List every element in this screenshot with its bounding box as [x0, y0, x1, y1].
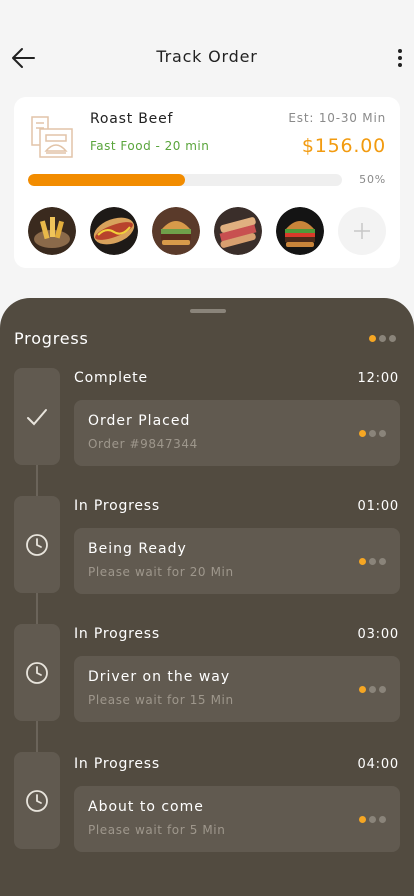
step-dots: [359, 686, 386, 693]
timeline-connector: [36, 593, 38, 624]
step-status: In Progress: [74, 626, 160, 642]
step-indicator: [14, 496, 60, 593]
step-card[interactable]: Driver on the way Please wait for 15 Min: [74, 656, 400, 722]
cheeseburger-photo[interactable]: [276, 207, 324, 255]
timeline-connector: [36, 465, 38, 496]
item-name: Roast Beef: [90, 111, 174, 127]
order-progress-bar: [28, 174, 342, 186]
step-time: 01:00: [357, 499, 399, 514]
progress-title: Progress: [14, 329, 89, 348]
hotdog-photo[interactable]: [90, 207, 138, 255]
clock-icon: [26, 662, 48, 684]
order-price: $156.00: [301, 135, 386, 157]
step-title: Order Placed: [88, 413, 191, 429]
step-time: 12:00: [357, 371, 399, 386]
app-header: Track Order: [0, 0, 414, 100]
step-dots: [359, 816, 386, 823]
clock-icon: [26, 534, 48, 556]
order-summary-card[interactable]: Roast Beef Fast Food - 20 min Est: 10-30…: [14, 97, 400, 268]
timeline-connector: [36, 721, 38, 752]
step-status: Complete: [74, 370, 148, 386]
progress-page-indicator: [369, 335, 396, 342]
item-category: Fast Food - 20 min: [90, 139, 210, 153]
fries-photo[interactable]: [28, 207, 76, 255]
step-card[interactable]: Order Placed Order #9847344: [74, 400, 400, 466]
step-detail: Order #9847344: [88, 437, 198, 451]
delivery-estimate: Est: 10-30 Min: [288, 111, 386, 125]
food-box-icon: [26, 109, 78, 161]
step-detail: Please wait for 5 Min: [88, 823, 226, 837]
burger-photo[interactable]: [152, 207, 200, 255]
progress-sheet: Progress Complete 12:00 Order Placed Ord…: [0, 298, 414, 896]
plus-icon: [354, 223, 370, 239]
step-card[interactable]: Being Ready Please wait for 20 Min: [74, 528, 400, 594]
step-indicator: [14, 368, 60, 465]
clock-icon: [26, 790, 48, 812]
step-indicator: [14, 624, 60, 721]
order-progress-fill: [28, 174, 185, 186]
check-icon: [27, 409, 47, 426]
step-time: 03:00: [357, 627, 399, 642]
step-dots: [359, 430, 386, 437]
more-vertical-icon: [398, 49, 402, 53]
step-status: In Progress: [74, 756, 160, 772]
step-time: 04:00: [357, 757, 399, 772]
progress-percent: 50%: [359, 173, 386, 186]
step-detail: Please wait for 15 Min: [88, 693, 234, 707]
step-card[interactable]: About to come Please wait for 5 Min: [74, 786, 400, 852]
step-title: Being Ready: [88, 541, 187, 557]
add-photo-button[interactable]: [338, 207, 386, 255]
sandwich-photo[interactable]: [214, 207, 262, 255]
step-dots: [359, 558, 386, 565]
step-title: About to come: [88, 799, 204, 815]
drag-handle[interactable]: [190, 309, 226, 313]
step-detail: Please wait for 20 Min: [88, 565, 234, 579]
more-options-button[interactable]: [394, 46, 406, 72]
step-indicator: [14, 752, 60, 849]
step-status: In Progress: [74, 498, 160, 514]
page-title: Track Order: [156, 47, 258, 66]
step-title: Driver on the way: [88, 669, 231, 685]
